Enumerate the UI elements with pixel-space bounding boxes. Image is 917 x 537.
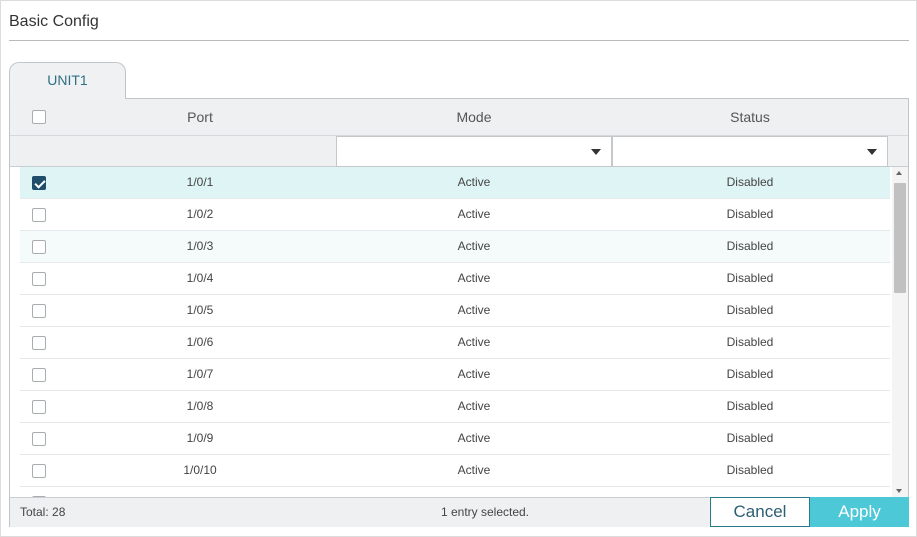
status-cell: Disabled	[726, 335, 774, 349]
column-header-mode[interactable]: Mode	[336, 99, 612, 136]
port-cell: 1/0/5	[186, 303, 214, 317]
table-header: Port Mode Status	[10, 99, 908, 136]
mode-cell: Active	[457, 271, 491, 285]
port-cell: 1/0/2	[186, 207, 214, 221]
mode-cell: Active	[457, 239, 491, 253]
port-cell: 1/0/4	[186, 271, 214, 285]
total-count: Total: 28	[20, 505, 66, 519]
title-divider	[9, 40, 909, 41]
mode-cell: Active	[457, 335, 491, 349]
mode-cell: Active	[457, 463, 491, 477]
row-checkbox[interactable]	[32, 208, 46, 222]
table-row[interactable]: 1/0/7 Active Disabled	[20, 359, 890, 391]
table-row[interactable]: 1/0/1 Active Disabled	[20, 167, 890, 199]
status-cell: Disabled	[726, 399, 774, 413]
status-cell: Disabled	[726, 431, 774, 445]
row-checkbox[interactable]	[32, 336, 46, 350]
apply-button[interactable]: Apply	[810, 497, 909, 527]
status-cell: Disabled	[726, 463, 774, 477]
scroll-down-icon[interactable]	[896, 489, 902, 493]
mode-cell: Active	[457, 367, 491, 381]
table-footer: Total: 28 1 entry selected. Cancel Apply	[10, 497, 909, 527]
row-checkbox[interactable]	[32, 176, 46, 190]
row-checkbox[interactable]	[32, 272, 46, 286]
table-row[interactable]	[20, 487, 890, 497]
row-checkbox[interactable]	[32, 432, 46, 446]
mode-cell: Active	[457, 399, 491, 413]
mode-filter-select[interactable]	[336, 136, 612, 167]
row-checkbox[interactable]	[32, 368, 46, 382]
mode-cell: Active	[457, 303, 491, 317]
port-cell: 1/0/6	[186, 335, 214, 349]
chevron-down-icon	[591, 149, 601, 155]
port-cell: 1/0/10	[183, 463, 217, 477]
port-cell: 1/0/7	[186, 367, 214, 381]
row-checkbox[interactable]	[32, 240, 46, 254]
status-cell: Disabled	[726, 303, 774, 317]
mode-cell: Active	[457, 431, 491, 445]
selection-status: 1 entry selected.	[440, 505, 530, 519]
status-cell: Disabled	[726, 175, 774, 189]
chevron-down-icon	[867, 149, 877, 155]
status-cell: Disabled	[726, 207, 774, 221]
status-cell: Disabled	[726, 271, 774, 285]
column-header-status[interactable]: Status	[612, 99, 888, 136]
vertical-scrollbar[interactable]	[892, 167, 908, 497]
port-cell: 1/0/1	[186, 175, 214, 189]
status-cell: Disabled	[726, 239, 774, 253]
column-header-port[interactable]: Port	[50, 99, 350, 136]
port-table-panel: Port Mode Status 1/0/1 Active Disabled 1…	[9, 98, 909, 527]
table-row[interactable]: 1/0/2 Active Disabled	[20, 199, 890, 231]
filter-row	[10, 136, 908, 167]
table-row[interactable]: 1/0/4 Active Disabled	[20, 263, 890, 295]
status-filter-select[interactable]	[612, 136, 888, 167]
select-all-checkbox[interactable]	[32, 110, 46, 124]
table-row[interactable]: 1/0/5 Active Disabled	[20, 295, 890, 327]
table-row[interactable]: 1/0/9 Active Disabled	[20, 423, 890, 455]
port-cell: 1/0/8	[186, 399, 214, 413]
scrollbar-thumb[interactable]	[894, 183, 906, 293]
basic-config-window: Basic Config UNIT1 Port Mode Status 1/0/…	[0, 0, 917, 537]
table-row[interactable]: 1/0/3 Active Disabled	[20, 231, 890, 263]
table-body: 1/0/1 Active Disabled 1/0/2 Active Disab…	[20, 167, 890, 497]
mode-cell: Active	[457, 207, 491, 221]
table-row[interactable]: 1/0/8 Active Disabled	[20, 391, 890, 423]
tab-unit1[interactable]: UNIT1	[9, 62, 126, 99]
row-checkbox[interactable]	[32, 304, 46, 318]
port-cell: 1/0/3	[186, 239, 214, 253]
mode-cell: Active	[457, 175, 491, 189]
scroll-up-icon[interactable]	[896, 171, 902, 175]
port-cell: 1/0/9	[186, 431, 214, 445]
row-checkbox[interactable]	[32, 464, 46, 478]
row-checkbox[interactable]	[32, 400, 46, 414]
cancel-button[interactable]: Cancel	[710, 497, 810, 527]
table-row[interactable]: 1/0/6 Active Disabled	[20, 327, 890, 359]
status-cell: Disabled	[726, 367, 774, 381]
section-title: Basic Config	[9, 13, 99, 30]
table-row[interactable]: 1/0/10 Active Disabled	[20, 455, 890, 487]
